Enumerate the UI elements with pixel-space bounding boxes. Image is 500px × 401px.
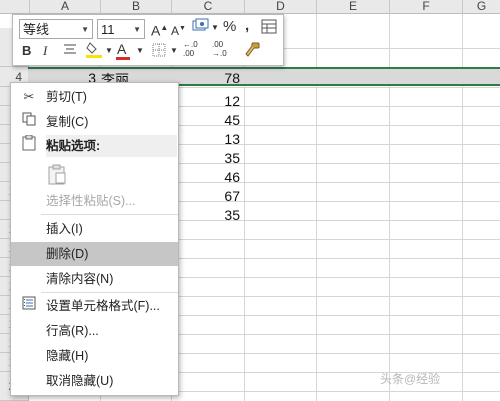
menu-item-paste-special: 选择性粘贴(S)... [11,189,178,213]
font-color-swatch [116,57,130,60]
column-header-f[interactable]: F [390,0,463,14]
menu-separator [41,214,178,215]
copy-icon [19,110,39,134]
column-header-c[interactable]: C [172,0,245,14]
font-color-label: A [117,41,127,57]
column-header-a[interactable]: A [30,0,101,14]
paste-button[interactable] [46,163,68,185]
menu-item-row-height[interactable]: 行高(R)... [11,319,178,343]
font-size-value: 11 [101,22,115,37]
chevron-down-icon: ▼ [133,25,141,34]
menu-item-label: 剪切(T) [46,90,87,104]
corner-cell[interactable] [0,0,30,14]
font-color-button[interactable]: A [116,40,130,60]
context-menu: ✂ 剪切(T) 复制(C) 粘贴选项: 选择性粘贴(S)... 插入(I) 删除… [10,82,179,396]
italic-button[interactable]: I [43,42,47,60]
chevron-down-icon[interactable]: ▼ [136,42,144,60]
cell-c9[interactable]: 46 [170,169,240,185]
shrink-font-button[interactable]: A▼ [171,20,186,40]
fill-color-icon[interactable] [85,41,103,64]
cell-c6[interactable]: 45 [170,112,240,128]
menu-item-unhide[interactable]: 取消隐藏(U) [11,369,178,393]
cell-c10[interactable]: 67 [170,188,240,204]
bold-button[interactable]: B [22,42,31,60]
menu-item-label: 插入(I) [46,222,83,236]
column-header-g[interactable]: G [463,0,500,14]
menu-item-label: 复制(C) [46,115,89,129]
format-cells-icon [19,294,39,318]
menu-item-label: 取消隐藏(U) [46,374,114,388]
align-center-icon[interactable] [63,42,77,61]
cell-c4[interactable]: 78 [170,70,240,86]
increase-decimal-button[interactable]: ←.0 .00 [183,40,207,58]
chevron-down-icon[interactable]: ▼ [105,42,113,60]
cell-c8[interactable]: 35 [170,150,240,166]
watermark: 头条@经验 [380,372,441,386]
menu-item-hide[interactable]: 隐藏(H) [11,344,178,368]
chevron-down-icon: ▼ [81,25,89,34]
menu-item-label: 选择性粘贴(S)... [46,194,136,208]
menu-item-cut[interactable]: ✂ 剪切(T) [11,85,178,109]
mini-toolbar: 等线 ▼ 11 ▼ A▲ A▼ ▼ % , B I ▼ A ▼ ▼ ←.0 .0… [12,14,284,66]
menu-item-label: 删除(D) [46,247,89,261]
cell-c11[interactable]: 35 [170,207,240,223]
format-table-icon[interactable] [261,19,277,39]
grow-font-button[interactable]: A▲ [151,19,168,40]
scissors-icon: ✂ [23,89,35,104]
cell-c5[interactable]: 12 [170,93,240,109]
decrease-decimal-button[interactable]: .00 →.0 [212,40,236,58]
menu-item-label: 设置单元格格式(F)... [46,299,160,313]
accounting-format-icon[interactable] [192,18,210,39]
format-painter-icon[interactable] [243,41,261,64]
menu-item-clear-contents[interactable]: 清除内容(N) [11,267,178,291]
cell-c7[interactable]: 13 [170,131,240,147]
menu-item-label: 行高(R)... [46,324,99,338]
menu-item-insert[interactable]: 插入(I) [11,217,178,241]
menu-separator [41,292,178,293]
column-header-b[interactable]: B [101,0,172,14]
menu-item-delete[interactable]: 删除(D) [11,242,178,266]
menu-item-copy[interactable]: 复制(C) [11,110,178,134]
font-size-select[interactable]: 11 ▼ [97,19,145,39]
chevron-down-icon[interactable]: ▼ [170,42,178,60]
percent-button[interactable]: % [223,18,236,36]
clipboard-icon [19,134,39,154]
grow-font-label: A [151,22,161,39]
font-name-select[interactable]: 等线 ▼ [19,19,93,39]
menu-item-format-cells[interactable]: 设置单元格格式(F)... [11,294,178,318]
borders-icon[interactable] [152,43,166,62]
column-header-e[interactable]: E [317,0,390,14]
shrink-font-label: A [171,24,180,38]
paste-options-header: 粘贴选项: [46,135,177,157]
column-header-d[interactable]: D [245,0,317,14]
font-name-value: 等线 [23,22,50,37]
chevron-down-icon[interactable]: ▼ [211,19,219,37]
comma-style-button[interactable]: , [245,17,249,35]
menu-item-label: 隐藏(H) [46,349,89,363]
menu-item-label: 清除内容(N) [46,272,114,286]
